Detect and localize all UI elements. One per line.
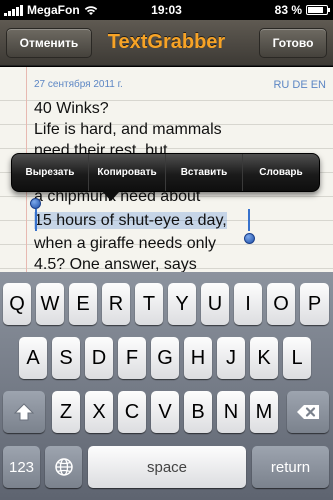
shift-icon <box>13 403 35 421</box>
battery-percent: 83 % <box>274 3 302 17</box>
cut-menu-item[interactable]: Вырезать <box>12 154 89 191</box>
key-h[interactable]: H <box>184 337 212 379</box>
key-w[interactable]: W <box>36 283 64 325</box>
key-t[interactable]: T <box>135 283 163 325</box>
key-z[interactable]: Z <box>52 391 80 433</box>
key-q[interactable]: Q <box>3 283 31 325</box>
backspace-key[interactable] <box>287 391 329 433</box>
key-p[interactable]: P <box>300 283 329 325</box>
globe-icon <box>54 458 73 476</box>
key-s[interactable]: S <box>52 337 80 379</box>
key-j[interactable]: J <box>217 337 245 379</box>
key-g[interactable]: G <box>151 337 179 379</box>
status-right: 83 % <box>274 3 330 17</box>
key-b[interactable]: B <box>184 391 212 433</box>
key-r[interactable]: R <box>102 283 130 325</box>
keyboard: Q W E R T Y U I O P A S D F G H J K L Z … <box>0 272 333 500</box>
key-o[interactable]: O <box>267 283 295 325</box>
selection-start-caret <box>35 209 37 231</box>
language-selector[interactable]: RU DE EN <box>273 79 326 91</box>
text-line: 40 Winks? <box>34 100 109 117</box>
key-d[interactable]: D <box>85 337 113 379</box>
battery-icon <box>306 5 330 15</box>
text-line: 15 hours of shut-eye a day, <box>34 210 227 231</box>
paste-menu-item[interactable]: Вставить <box>166 154 243 191</box>
text-line: when a giraffe needs only <box>34 235 217 252</box>
key-l[interactable]: L <box>283 337 311 379</box>
selection-start-handle[interactable] <box>30 198 41 209</box>
key-f[interactable]: F <box>118 337 146 379</box>
key-v[interactable]: V <box>151 391 179 433</box>
edit-menu: Вырезать Копировать Вставить Словарь <box>11 153 320 192</box>
shift-key[interactable] <box>3 391 45 433</box>
selected-text[interactable]: 15 hours of shut-eye a day, <box>34 212 227 229</box>
text-line: Life is hard, and mammals <box>34 121 222 138</box>
document-date: 27 сентября 2011 г. <box>34 79 123 90</box>
numbers-key[interactable]: 123 <box>3 446 40 488</box>
globe-key[interactable] <box>45 446 82 488</box>
return-key[interactable]: return <box>252 446 329 488</box>
key-c[interactable]: C <box>118 391 146 433</box>
done-button[interactable]: Готово <box>259 28 327 58</box>
key-y[interactable]: Y <box>168 283 196 325</box>
key-e[interactable]: E <box>69 283 97 325</box>
text-line: 4.5? One answer, says <box>34 256 197 272</box>
key-x[interactable]: X <box>85 391 113 433</box>
dictionary-menu-item[interactable]: Словарь <box>243 154 319 191</box>
key-m[interactable]: M <box>250 391 278 433</box>
key-a[interactable]: A <box>19 337 47 379</box>
status-bar: MegaFon 19:03 83 % <box>0 0 333 20</box>
selection-end-caret <box>248 209 250 231</box>
backspace-icon <box>297 405 319 419</box>
navigation-bar: Отменить TextGrabber Готово <box>0 20 333 66</box>
edit-menu-pointer <box>102 191 120 201</box>
space-key[interactable]: space <box>88 446 246 488</box>
selection-end-handle[interactable] <box>244 233 255 244</box>
copy-menu-item[interactable]: Копировать <box>89 154 166 191</box>
key-i[interactable]: I <box>234 283 262 325</box>
key-u[interactable]: U <box>201 283 229 325</box>
key-k[interactable]: K <box>250 337 278 379</box>
key-n[interactable]: N <box>217 391 245 433</box>
